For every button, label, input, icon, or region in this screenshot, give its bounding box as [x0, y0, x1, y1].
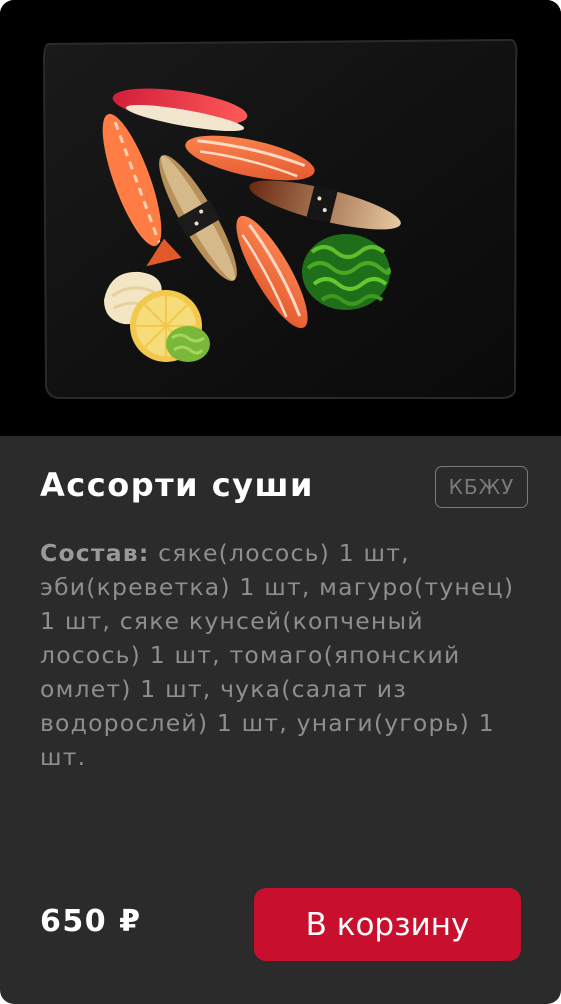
product-card: Ассорти суши КБЖУ Состав: сяке(лосось) 1…: [0, 0, 561, 1004]
product-composition: Состав: сяке(лосось) 1 шт, эби(креветка)…: [40, 536, 520, 774]
product-photo: [0, 0, 561, 436]
product-price: 650 ₽: [40, 904, 142, 939]
nutrition-info-button[interactable]: КБЖУ: [435, 466, 528, 508]
sushi-assortment-image: [42, 38, 518, 399]
composition-text: сяке(лосось) 1 шт, эби(креветка) 1 шт, м…: [40, 539, 515, 771]
add-to-cart-button[interactable]: В корзину: [254, 888, 521, 961]
product-title: Ассорти суши: [40, 466, 314, 504]
composition-label: Состав:: [40, 539, 150, 567]
